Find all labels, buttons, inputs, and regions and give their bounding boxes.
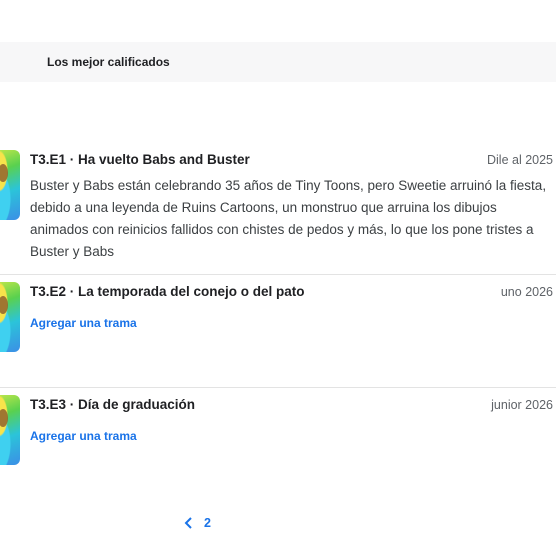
episode-thumbnail[interactable] bbox=[0, 395, 20, 465]
episode-date: uno 2026 bbox=[500, 285, 553, 299]
episode-item[interactable]: T3.E3 · Día de graduación junior 2026 Ag… bbox=[0, 395, 556, 495]
episode-thumbnail[interactable] bbox=[0, 282, 20, 352]
episode-item[interactable]: T3.E1 · Ha vuelto Babs and Buster Dile a… bbox=[0, 150, 556, 272]
divider bbox=[0, 387, 556, 388]
episode-date: Dile al 2025 bbox=[486, 153, 553, 167]
episode-title[interactable]: T3.E1 · Ha vuelto Babs and Buster bbox=[30, 152, 250, 167]
episode-title[interactable]: T3.E2 · La temporada del conejo o del pa… bbox=[30, 284, 305, 299]
chevron-left-icon[interactable] bbox=[184, 517, 194, 529]
pagination: 2 bbox=[184, 514, 211, 532]
episode-thumbnail[interactable] bbox=[0, 150, 20, 220]
episode-item[interactable]: T3.E2 · La temporada del conejo o del pa… bbox=[0, 282, 556, 382]
section-tab-bar: Los mejor calificados bbox=[0, 42, 556, 82]
episode-description: Buster y Babs están celebrando 35 años d… bbox=[30, 178, 547, 259]
add-plot-link[interactable]: Agregar una trama bbox=[30, 429, 137, 443]
episode-title[interactable]: T3.E3 · Día de graduación bbox=[30, 397, 195, 412]
episode-date: junior 2026 bbox=[491, 398, 553, 412]
tab-top-rated[interactable]: Los mejor calificados bbox=[47, 55, 170, 69]
add-plot-link[interactable]: Agregar una trama bbox=[30, 316, 137, 330]
divider bbox=[0, 274, 556, 275]
page-number[interactable]: 2 bbox=[204, 516, 211, 530]
